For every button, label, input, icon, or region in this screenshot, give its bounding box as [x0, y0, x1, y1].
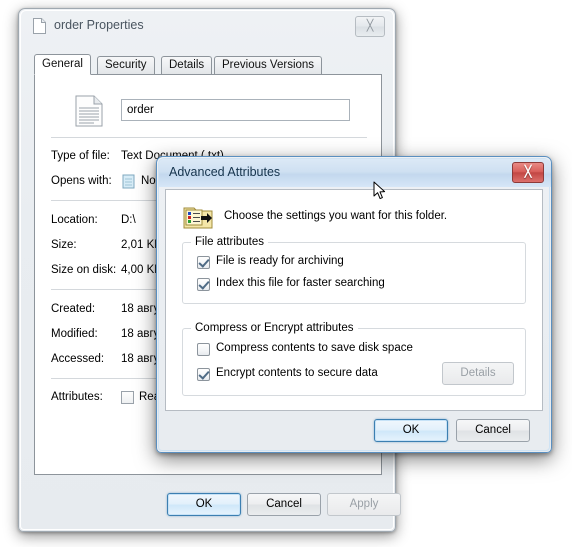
- index-file-label: Index this file for faster searching: [216, 277, 385, 289]
- details-button: Details: [442, 362, 514, 385]
- tab-general[interactable]: General: [34, 54, 91, 75]
- readonly-checkbox[interactable]: [121, 391, 134, 404]
- size-label: Size:: [51, 239, 77, 251]
- text-document-icon: [75, 95, 103, 127]
- properties-apply-button: Apply: [327, 493, 401, 516]
- compress-encrypt-group: Compress or Encrypt attributes Compress …: [182, 322, 526, 396]
- filename-input[interactable]: order: [121, 99, 350, 121]
- file-attributes-group: File attributes File is ready for archiv…: [182, 236, 526, 304]
- tab-security[interactable]: Security: [97, 56, 155, 74]
- notepad-icon: [122, 174, 135, 189]
- advanced-ok-button[interactable]: OK: [374, 419, 448, 442]
- location-value: D:\: [121, 214, 136, 226]
- close-icon[interactable]: ╳: [355, 16, 385, 37]
- text-file-icon: [33, 18, 46, 34]
- size-on-disk-label: Size on disk:: [51, 264, 117, 276]
- advanced-dialog-prompt: Choose the settings you want for this fo…: [224, 210, 448, 222]
- compress-encrypt-group-title: Compress or Encrypt attributes: [191, 322, 358, 334]
- properties-titlebar[interactable]: order Properties ╳: [21, 11, 395, 41]
- location-label: Location:: [51, 214, 98, 226]
- compress-checkbox[interactable]: [197, 343, 210, 356]
- encrypt-label: Encrypt contents to secure data: [216, 367, 378, 379]
- advanced-dialog-body: Choose the settings you want for this fo…: [165, 189, 543, 411]
- opens-with-value: No: [141, 175, 156, 187]
- advanced-cancel-button[interactable]: Cancel: [456, 419, 530, 442]
- modified-value: 18 авгу: [121, 328, 160, 340]
- tab-previous-versions[interactable]: Previous Versions: [214, 56, 323, 74]
- file-attributes-group-title: File attributes: [191, 236, 269, 248]
- advanced-attributes-dialog: Advanced Attributes ╳ Choose the setting…: [156, 156, 552, 453]
- created-value: 18 авгу: [121, 303, 160, 315]
- accessed-label: Accessed:: [51, 353, 105, 365]
- properties-ok-button[interactable]: OK: [167, 493, 241, 516]
- opens-with-label: Opens with:: [51, 175, 112, 187]
- archiving-checkbox[interactable]: [197, 256, 210, 269]
- properties-cancel-button[interactable]: Cancel: [247, 493, 321, 516]
- properties-window-title: order Properties: [54, 18, 144, 32]
- compress-label: Compress contents to save disk space: [216, 342, 413, 354]
- folder-settings-icon: [183, 207, 213, 229]
- encrypt-checkbox[interactable]: [197, 368, 210, 381]
- archiving-label: File is ready for archiving: [216, 255, 344, 267]
- properties-tabstrip: General Security Details Previous Versio…: [34, 54, 382, 75]
- created-label: Created:: [51, 303, 96, 315]
- accessed-value: 18 авгу: [121, 353, 160, 365]
- tab-details[interactable]: Details: [161, 56, 213, 74]
- modified-label: Modified:: [51, 328, 98, 340]
- type-of-file-label: Type of file:: [51, 150, 110, 162]
- advanced-dialog-title: Advanced Attributes: [169, 165, 281, 179]
- index-file-checkbox[interactable]: [197, 278, 210, 291]
- divider-1: [51, 137, 367, 138]
- advanced-dialog-titlebar[interactable]: Advanced Attributes ╳: [159, 159, 551, 187]
- attributes-label: Attributes:: [51, 391, 103, 403]
- close-icon[interactable]: ╳: [512, 162, 544, 183]
